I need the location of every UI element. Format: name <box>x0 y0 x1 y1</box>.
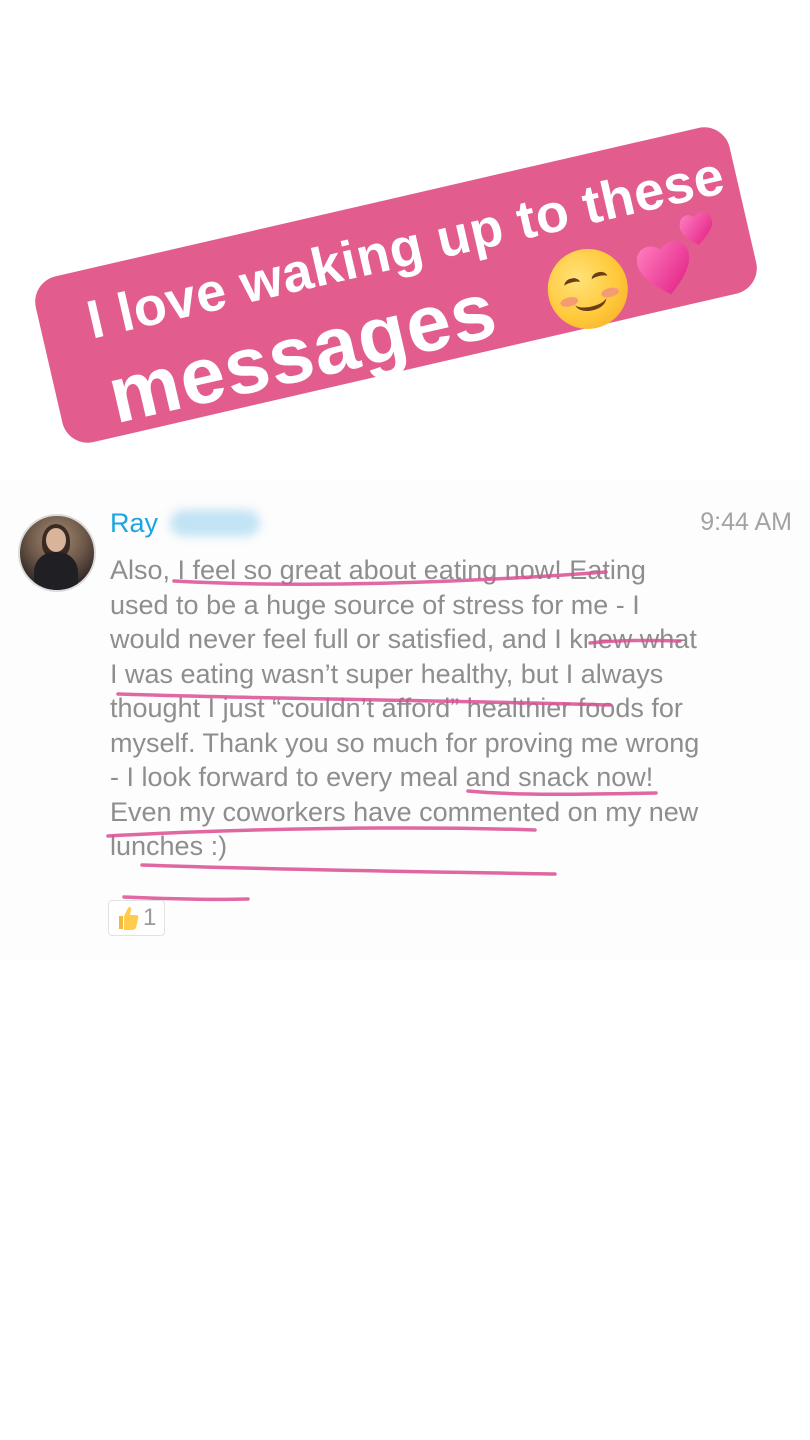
two-hearts-emoji-icon <box>636 211 713 295</box>
chat-message: Ray 9:44 AM Also, I feel so great about … <box>0 480 810 960</box>
blurred-last-name <box>170 510 260 536</box>
sender-avatar[interactable] <box>18 514 96 592</box>
message-body: Also, I feel so great about eating now! … <box>110 555 700 861</box>
reaction-chip[interactable]: 1 <box>108 900 166 936</box>
thumbs-up-icon <box>119 906 139 930</box>
smiling-face-emoji-icon <box>539 240 636 337</box>
reaction-count: 1 <box>143 904 157 931</box>
sender-name[interactable]: Ray <box>110 508 158 539</box>
message-timestamp: 9:44 AM <box>700 508 792 536</box>
story-caption-sticker: I love waking up to these messages <box>30 122 762 448</box>
